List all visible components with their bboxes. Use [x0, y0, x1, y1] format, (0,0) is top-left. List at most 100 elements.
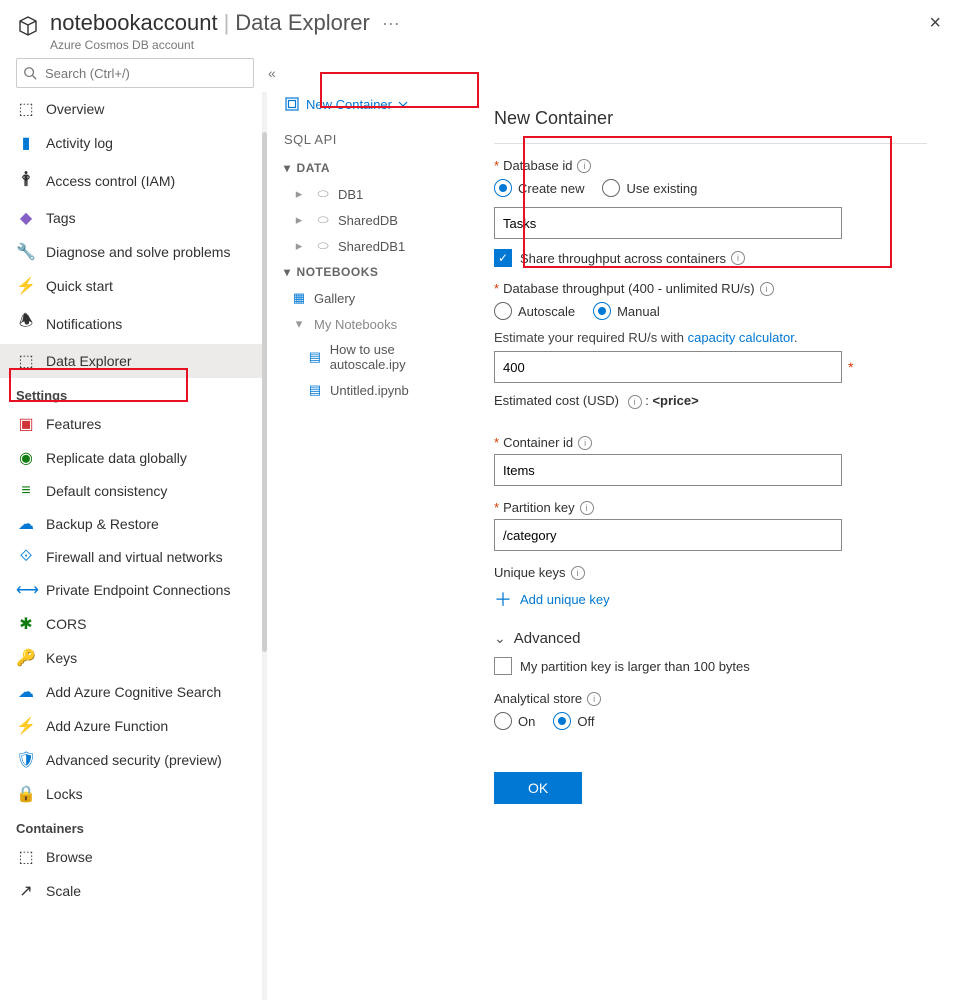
new-container-button[interactable]: New Container [284, 96, 414, 112]
search-input[interactable] [43, 65, 247, 82]
browse-icon: ⬚ [16, 847, 36, 867]
nav-label: Overview [46, 101, 104, 117]
database-id-input[interactable] [494, 207, 842, 239]
nav-keys[interactable]: 🔑Keys [0, 641, 262, 675]
collapse-nav-icon[interactable]: « [268, 65, 276, 81]
partition-key-input[interactable] [494, 519, 842, 551]
nav-features[interactable]: ▣Features [0, 407, 262, 441]
lock-icon: 🔒 [16, 784, 36, 804]
share-throughput-checkbox[interactable]: ✓ [494, 249, 512, 267]
func-icon: ⚡ [16, 716, 36, 736]
nav-label: Replicate data globally [46, 450, 187, 466]
nav-replicate[interactable]: ◉ Replicate data globally [0, 441, 262, 475]
info-icon[interactable]: i [760, 282, 774, 296]
scale-icon: ↗ [16, 881, 36, 901]
radio-analytical-off[interactable]: Off [553, 712, 594, 730]
page-subtitle: Azure Cosmos DB account [50, 38, 400, 52]
radio-use-existing[interactable]: Use existing [602, 179, 697, 197]
info-icon[interactable]: i [628, 395, 642, 409]
tree-my-notebooks[interactable]: ▾My Notebooks [262, 311, 472, 337]
nav-quick-start[interactable]: ⚡Quick start [0, 269, 262, 303]
advanced-toggle[interactable]: ⌄Advanced [494, 630, 927, 647]
cors-icon: ✱ [16, 614, 36, 634]
analytical-store-label: Analytical storei [494, 691, 927, 706]
tree-notebook-item[interactable]: ▤Untitled.ipynb [262, 377, 472, 403]
info-icon[interactable]: i [580, 501, 594, 515]
scrollbar-thumb[interactable] [262, 132, 267, 652]
nav-label: Backup & Restore [46, 516, 159, 532]
chevron-down-icon: ⌄ [494, 630, 506, 647]
nav-label: Diagnose and solve problems [46, 244, 230, 260]
nav-label: Browse [46, 849, 93, 865]
unique-keys-label: Unique keysi [494, 565, 927, 580]
nav-backup[interactable]: ☁ Backup & Restore [0, 507, 262, 541]
nav-locks[interactable]: 🔒Locks [0, 777, 262, 811]
info-icon[interactable]: i [731, 251, 745, 265]
nav-scale[interactable]: ↗Scale [0, 874, 262, 908]
nav-azure-function[interactable]: ⚡ Add Azure Function [0, 709, 262, 743]
nav-activity-log[interactable]: ▮Activity log [0, 126, 262, 160]
nav-advanced-security[interactable]: 🛡Advanced security (preview) [0, 743, 262, 777]
notebook-icon: ▤ [306, 382, 324, 398]
radio-analytical-on[interactable]: On [494, 712, 535, 730]
close-icon[interactable]: × [929, 12, 941, 35]
plus-icon: ＋ [494, 586, 512, 612]
bolt-icon: ⚡ [16, 276, 36, 296]
nav-cognitive-search[interactable]: ☁Add Azure Cognitive Search [0, 675, 262, 709]
share-throughput-label: Share throughput across containers [520, 251, 726, 266]
nav-label: Tags [46, 210, 76, 226]
radio-create-new[interactable]: Create new [494, 179, 584, 197]
tree-data-group[interactable]: ▾DATA [262, 155, 472, 181]
info-icon[interactable]: i [571, 566, 585, 580]
radio-autoscale[interactable]: Autoscale [494, 302, 575, 320]
nav-consistency[interactable]: ≡Default consistency [0, 475, 262, 507]
add-unique-key-button[interactable]: ＋Add unique key [494, 586, 927, 612]
large-partition-checkbox[interactable]: ✓ [494, 657, 512, 675]
title-separator: | [218, 10, 236, 36]
side-nav: ⬚Overview ▮Activity log 🛉Access control … [0, 92, 262, 1000]
nav-diagnose[interactable]: 🔧Diagnose and solve problems [0, 235, 262, 269]
more-icon[interactable]: ··· [382, 13, 400, 34]
tree-gallery[interactable]: ▦Gallery [262, 285, 472, 311]
capacity-calculator-link[interactable]: capacity calculator [688, 330, 794, 345]
new-container-icon [284, 96, 300, 112]
consistency-icon: ≡ [16, 482, 36, 500]
new-container-panel: New Container *Database idi Create new U… [472, 92, 953, 1000]
db-icon: ⬭ [314, 186, 332, 202]
nav-browse[interactable]: ⬚ Browse [0, 840, 262, 874]
cube-icon [16, 14, 40, 45]
throughput-input[interactable] [494, 351, 842, 383]
tree-db-item[interactable]: ▸⬭DB1 [262, 181, 472, 207]
search-icon [23, 66, 37, 80]
container-id-input[interactable] [494, 454, 842, 486]
nav-overview[interactable]: ⬚Overview [0, 92, 262, 126]
nav-iam[interactable]: 🛉Access control (IAM) [0, 160, 262, 201]
nav-cors[interactable]: ✱ CORS [0, 607, 262, 641]
chevron-down-icon [398, 99, 408, 109]
tree-notebook-item[interactable]: ▤How to use autoscale.ipy [262, 337, 472, 377]
chevron-right-icon: ▸ [290, 186, 308, 202]
info-icon[interactable]: i [577, 159, 591, 173]
info-icon[interactable]: i [587, 692, 601, 706]
nav-firewall[interactable]: ⟐Firewall and virtual networks [0, 541, 262, 573]
info-icon[interactable]: i [578, 436, 592, 450]
nav-data-explorer[interactable]: ⬚Data Explorer [0, 344, 262, 378]
ok-button[interactable]: OK [494, 772, 582, 804]
nav-notifications[interactable]: 🕭Notifications [0, 303, 262, 344]
db-icon: ⬭ [314, 212, 332, 228]
search-box[interactable] [16, 58, 254, 88]
radio-manual[interactable]: Manual [593, 302, 660, 320]
nav-label: Data Explorer [46, 353, 132, 369]
nav-label: Add Azure Function [46, 718, 168, 734]
nav-private-endpoint[interactable]: ⟷Private Endpoint Connections [0, 573, 262, 607]
tree-db-item[interactable]: ▸⬭SharedDB1 [262, 233, 472, 259]
nav-tags[interactable]: ◆Tags [0, 201, 262, 235]
estimate-hint: Estimate your required RU/s with capacit… [494, 330, 927, 345]
nav-label: CORS [46, 616, 86, 632]
shield-icon: 🛡 [16, 750, 36, 770]
tree-db-item[interactable]: ▸⬭SharedDB [262, 207, 472, 233]
nav-label: Firewall and virtual networks [46, 549, 223, 565]
tree-notebooks-group[interactable]: ▾NOTEBOOKS [262, 259, 472, 285]
globe-icon: ◉ [16, 448, 36, 468]
backup-icon: ☁ [16, 514, 36, 534]
